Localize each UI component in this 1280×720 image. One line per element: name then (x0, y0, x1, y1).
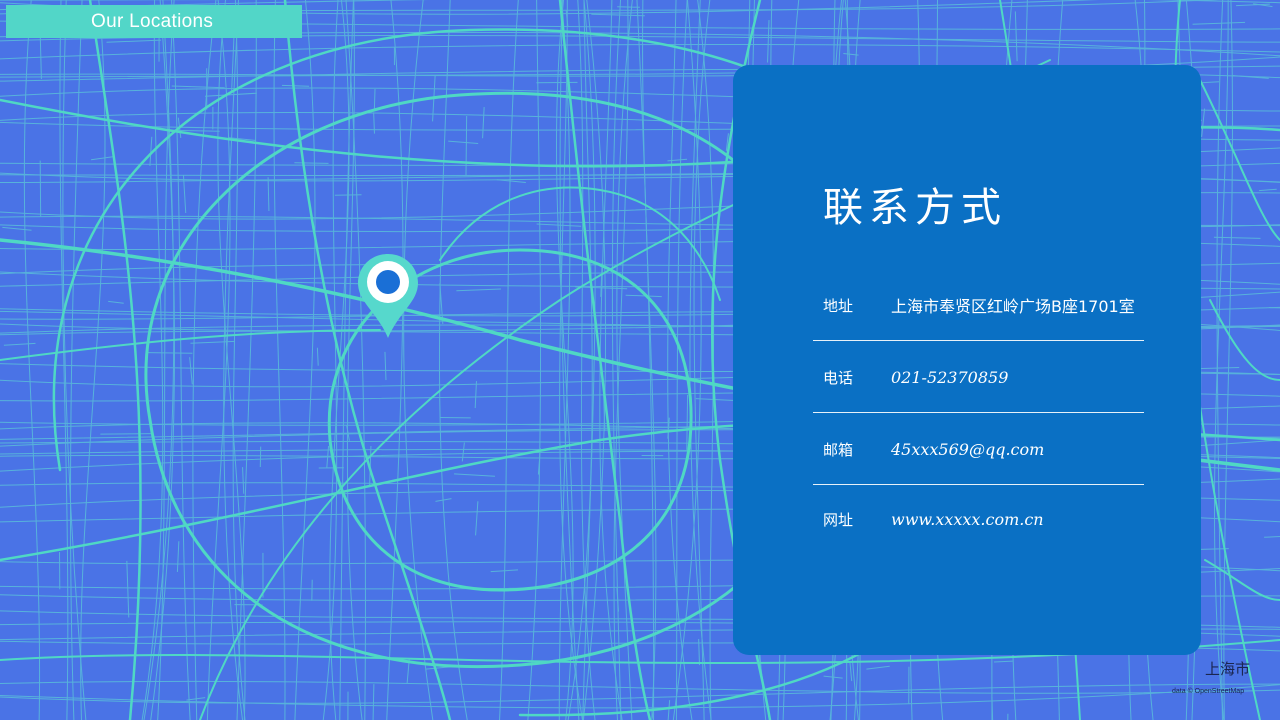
slide-canvas: Our Locations 联系方式 地址 上海市奉贤区红岭广场B座1701室 … (0, 0, 1280, 720)
contact-heading: 联系方式 (823, 185, 1007, 231)
website-label: 网址 (823, 510, 854, 529)
contact-card: 联系方式 地址 上海市奉贤区红岭广场B座1701室 电话 021-5237085… (733, 65, 1201, 655)
phone-row: 电话 021-52370859 (813, 341, 1144, 413)
phone-label: 电话 (823, 368, 854, 387)
map-attribution: data © OpenStreetMap (1172, 688, 1245, 695)
email-row: 邮箱 45xxx569@qq.com (813, 413, 1144, 485)
address-row: 地址 上海市奉贤区红岭广场B座1701室 (813, 269, 1144, 341)
page-title: Our Locations (6, 5, 302, 38)
city-label: 上海市 (1205, 660, 1251, 678)
phone-value: 021-52370859 (891, 367, 1009, 387)
map-pin-icon[interactable] (355, 252, 421, 342)
email-label: 邮箱 (823, 440, 854, 459)
address-label: 地址 (823, 296, 854, 315)
address-value: 上海市奉贤区红岭广场B座1701室 (891, 297, 1135, 316)
website-row: 网址 www.xxxxx.com.cn (813, 483, 1144, 555)
website-value: www.xxxxx.com.cn (891, 509, 1044, 529)
email-value: 45xxx569@qq.com (891, 439, 1045, 459)
